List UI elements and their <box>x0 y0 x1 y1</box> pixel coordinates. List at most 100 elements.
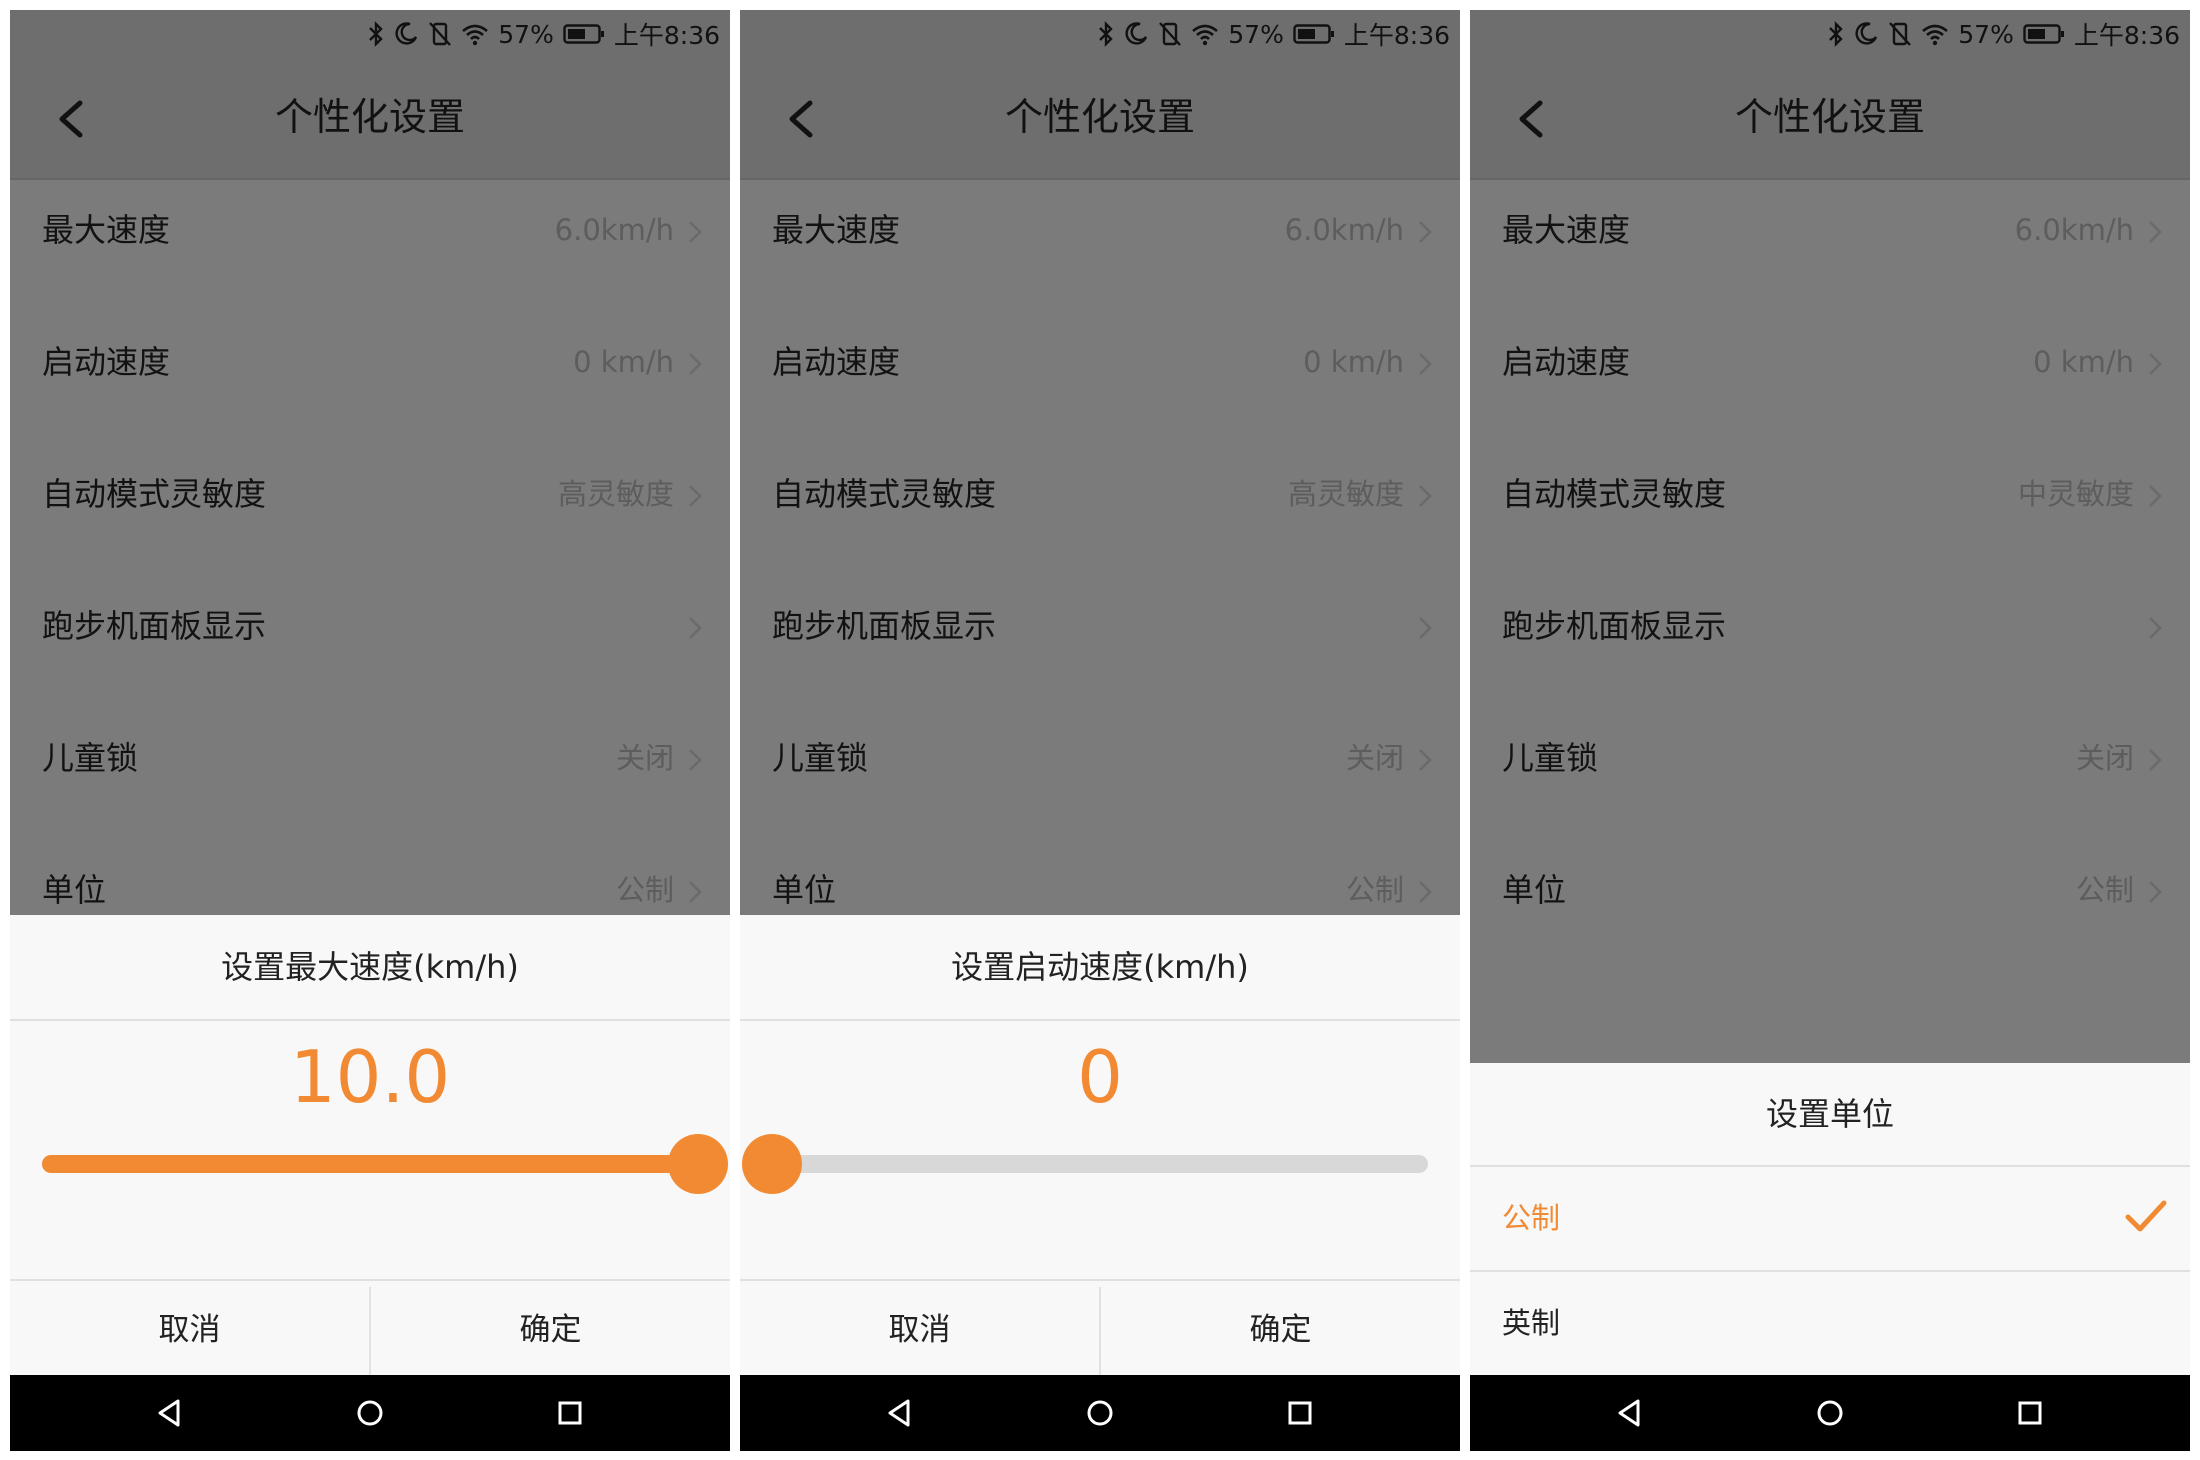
row-value: 关闭 <box>1345 741 1404 775</box>
settings-row-panel-display[interactable]: 跑步机面板显示 <box>740 576 1460 708</box>
unit-picker-dialog: 设置单位 公制 英制 <box>1470 1063 2190 1375</box>
settings-row-max-speed[interactable]: 最大速度 6.0km/h <box>10 180 730 312</box>
row-value: 0 km/h <box>1303 345 1404 379</box>
checkmark-icon <box>2125 1200 2167 1232</box>
slider-value: 10.0 <box>289 1035 451 1119</box>
clock: 上午8:36 <box>1343 21 1450 50</box>
settings-list: 最大速度 6.0km/h 启动速度 0 km/h 自动模式灵敏度 高灵敏度 跑步机面板… <box>10 180 730 972</box>
settings-row-max-speed[interactable]: 最大速度 6.0km/h <box>1470 180 2190 312</box>
settings-row-max-speed[interactable]: 最大速度 6.0km/h <box>740 180 1460 312</box>
slider-dialog: 设置启动速度(km/h) 0 取消 确定 <box>740 915 1460 1375</box>
phone-screen-max-speed: 57% 上午8:36 个性化设置 最大速度 6.0km/h 启动速度 0 km/h … <box>10 10 730 1451</box>
app-header: 个性化设置 <box>10 57 730 180</box>
app-header: 个性化设置 <box>1470 57 2190 180</box>
battery-icon <box>1293 24 1334 44</box>
chevron-right-icon <box>2149 221 2162 243</box>
settings-list: 最大速度 6.0km/h 启动速度 0 km/h 自动模式灵敏度 高灵敏度 跑步机面板… <box>740 180 1460 972</box>
settings-row-start-speed[interactable]: 启动速度 0 km/h <box>1470 312 2190 444</box>
status-bar: 57% 上午8:36 <box>1470 10 2190 57</box>
settings-row-start-speed[interactable]: 启动速度 0 km/h <box>10 312 730 444</box>
confirm-button[interactable]: 确定 <box>371 1281 730 1379</box>
dialog-title: 设置单位 <box>1765 1095 1894 1133</box>
row-label: 儿童锁 <box>42 739 139 777</box>
navigation-bar <box>1470 1375 2190 1451</box>
settings-row-child-lock[interactable]: 儿童锁 关闭 <box>1470 708 2190 840</box>
settings-row-unit[interactable]: 单位 公制 <box>1470 840 2190 972</box>
battery-percent: 57% <box>1228 19 1284 49</box>
nav-recents-icon[interactable] <box>1280 1393 1320 1433</box>
settings-row-panel-display[interactable]: 跑步机面板显示 <box>10 576 730 708</box>
nav-recents-icon[interactable] <box>550 1393 590 1433</box>
row-label: 最大速度 <box>42 211 171 249</box>
moon-icon <box>1125 22 1148 45</box>
navigation-bar <box>740 1375 1460 1451</box>
chevron-right-icon <box>689 485 702 507</box>
phone-screen-start-speed: 57% 上午8:36 个性化设置 最大速度 6.0km/h 启动速度 0 km/h … <box>740 10 1460 1451</box>
settings-list: 最大速度 6.0km/h 启动速度 0 km/h 自动模式灵敏度 中灵敏度 跑步机面板… <box>1470 180 2190 972</box>
divider <box>10 1019 730 1021</box>
option-imperial[interactable]: 英制 <box>1470 1272 2190 1375</box>
nav-back-icon[interactable] <box>1610 1393 1650 1433</box>
phone-screen-unit: 57% 上午8:36 个性化设置 最大速度 6.0km/h 启动速度 0 km/h … <box>1470 10 2190 1451</box>
slider-track[interactable] <box>772 1155 1428 1173</box>
page-title: 个性化设置 <box>1004 95 1195 139</box>
slider-dialog: 设置最大速度(km/h) 10.0 取消 确定 <box>10 915 730 1375</box>
row-label: 儿童锁 <box>1502 739 1599 777</box>
settings-row-start-speed[interactable]: 启动速度 0 km/h <box>740 312 1460 444</box>
slider-thumb[interactable] <box>742 1134 802 1194</box>
vibrate-off-icon <box>429 22 452 46</box>
nav-back-icon[interactable] <box>150 1393 190 1433</box>
option-label: 公制 <box>1502 1201 1561 1235</box>
row-label: 自动模式灵敏度 <box>1502 475 1727 513</box>
chevron-right-icon <box>689 221 702 243</box>
chevron-right-icon <box>1419 221 1432 243</box>
nav-home-icon[interactable] <box>1080 1393 1120 1433</box>
vibrate-off-icon <box>1159 22 1182 46</box>
settings-row-sensitivity[interactable]: 自动模式灵敏度 中灵敏度 <box>1470 444 2190 576</box>
battery-percent: 57% <box>498 19 554 49</box>
navigation-bar <box>10 1375 730 1451</box>
slider-fill <box>42 1155 698 1173</box>
settings-row-sensitivity[interactable]: 自动模式灵敏度 高灵敏度 <box>10 444 730 576</box>
confirm-button[interactable]: 确定 <box>1101 1281 1460 1379</box>
cancel-button[interactable]: 取消 <box>10 1281 369 1379</box>
row-label: 跑步机面板显示 <box>772 607 997 645</box>
bluetooth-icon <box>1099 21 1113 47</box>
bluetooth-icon <box>369 21 383 47</box>
dialog-title: 设置启动速度(km/h) <box>951 948 1249 986</box>
divider <box>740 1019 1460 1021</box>
settings-row-child-lock[interactable]: 儿童锁 关闭 <box>10 708 730 840</box>
row-value: 0 km/h <box>2033 345 2134 379</box>
cancel-button[interactable]: 取消 <box>740 1281 1099 1379</box>
row-value: 关闭 <box>2075 741 2134 775</box>
status-bar: 57% 上午8:36 <box>740 10 1460 57</box>
chevron-right-icon <box>1419 617 1432 639</box>
clock: 上午8:36 <box>613 21 720 50</box>
row-label: 启动速度 <box>42 343 171 381</box>
slider-thumb[interactable] <box>668 1134 728 1194</box>
battery-icon <box>2023 24 2064 44</box>
chevron-right-icon <box>1419 881 1432 903</box>
option-metric[interactable]: 公制 <box>1470 1167 2190 1270</box>
row-label: 自动模式灵敏度 <box>772 475 997 513</box>
nav-back-icon[interactable] <box>880 1393 920 1433</box>
row-label: 最大速度 <box>772 211 901 249</box>
row-value: 0 km/h <box>573 345 674 379</box>
nav-home-icon[interactable] <box>350 1393 390 1433</box>
clock: 上午8:36 <box>2073 21 2180 50</box>
page-title: 个性化设置 <box>274 95 465 139</box>
settings-row-sensitivity[interactable]: 自动模式灵敏度 高灵敏度 <box>740 444 1460 576</box>
nav-recents-icon[interactable] <box>2010 1393 2050 1433</box>
battery-icon <box>563 24 604 44</box>
status-bar: 57% 上午8:36 <box>10 10 730 57</box>
row-value: 公制 <box>2075 873 2134 907</box>
chevron-right-icon <box>2149 749 2162 771</box>
chevron-right-icon <box>2149 485 2162 507</box>
nav-home-icon[interactable] <box>1810 1393 1850 1433</box>
settings-row-panel-display[interactable]: 跑步机面板显示 <box>1470 576 2190 708</box>
wifi-icon <box>462 24 489 46</box>
wifi-icon <box>1922 24 1949 46</box>
settings-row-child-lock[interactable]: 儿童锁 关闭 <box>740 708 1460 840</box>
row-value: 关闭 <box>615 741 674 775</box>
row-label: 跑步机面板显示 <box>1502 607 1727 645</box>
